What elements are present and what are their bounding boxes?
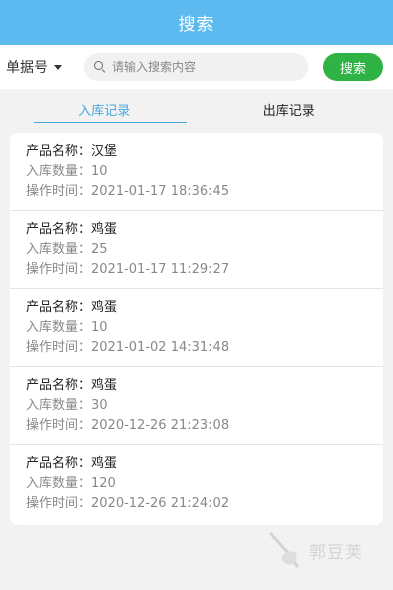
watermark: 郭豆荚: [267, 530, 363, 570]
product-name-label: 产品名称：: [26, 456, 92, 471]
time-label: 操作时间：: [26, 496, 92, 511]
page-title: 搜索: [178, 15, 215, 35]
time-value: 2021-01-17 11:29:27: [91, 262, 230, 277]
product-name-value: 鸡蛋: [91, 222, 118, 237]
search-button[interactable]: 搜索: [323, 53, 383, 81]
record-tabs: 入库记录 出库记录: [0, 89, 393, 129]
record-item[interactable]: 产品名称： 鸡蛋 入库数量： 120 操作时间： 2020-12-26 21:24:0…: [10, 445, 383, 525]
time-label: 操作时间：: [26, 418, 92, 433]
filter-dropdown[interactable]: 单据号: [6, 57, 80, 77]
tab-outbound[interactable]: 出库记录: [197, 89, 382, 129]
watermark-text: 郭豆荚: [309, 542, 363, 563]
record-item[interactable]: 产品名称： 汉堡 入库数量： 10 操作时间： 2021-01-17 18:36:45: [10, 133, 383, 211]
product-name-value: 汉堡: [91, 144, 118, 159]
search-field[interactable]: [84, 53, 308, 81]
quantity-value: 10: [91, 164, 108, 179]
record-item[interactable]: 产品名称： 鸡蛋 入库数量： 25 操作时间： 2021-01-17 11:29:27: [10, 211, 383, 289]
quantity-value: 10: [91, 320, 108, 335]
product-name-value: 鸡蛋: [91, 378, 118, 393]
time-value: 2020-12-26 21:24:02: [91, 496, 230, 511]
quantity-value: 120: [91, 476, 116, 491]
caret-down-icon: [54, 64, 62, 70]
watermark-logo-icon: [269, 532, 299, 568]
product-name-label: 产品名称：: [26, 300, 92, 315]
time-label: 操作时间：: [26, 262, 92, 277]
record-item[interactable]: 产品名称： 鸡蛋 入库数量： 30 操作时间： 2020-12-26 21:23:08: [10, 367, 383, 445]
time-value: 2020-12-26 21:23:08: [91, 418, 230, 433]
record-item[interactable]: 产品名称： 鸡蛋 入库数量： 10 操作时间： 2021-01-02 14:31:48: [10, 289, 383, 367]
quantity-label: 入库数量：: [26, 476, 92, 491]
time-label: 操作时间：: [26, 340, 92, 355]
record-list: 产品名称： 汉堡 入库数量： 10 操作时间： 2021-01-17 18:36:45…: [10, 133, 383, 525]
search-icon: [94, 61, 106, 74]
quantity-value: 30: [91, 398, 108, 413]
tab-inbound[interactable]: 入库记录: [12, 89, 197, 129]
product-name-label: 产品名称：: [26, 378, 92, 393]
product-name-value: 鸡蛋: [91, 300, 118, 315]
product-name-label: 产品名称：: [26, 222, 92, 237]
time-value: 2021-01-17 18:36:45: [91, 184, 230, 199]
quantity-label: 入库数量：: [26, 242, 92, 257]
product-name-label: 产品名称：: [26, 144, 92, 159]
time-value: 2021-01-02 14:31:48: [91, 340, 230, 355]
time-label: 操作时间：: [26, 184, 92, 199]
quantity-label: 入库数量：: [26, 320, 92, 335]
app-header: 搜索: [0, 0, 393, 45]
quantity-label: 入库数量：: [26, 398, 92, 413]
filter-label: 单据号: [6, 60, 48, 76]
quantity-value: 25: [91, 242, 108, 257]
quantity-label: 入库数量：: [26, 164, 92, 179]
product-name-value: 鸡蛋: [91, 456, 118, 471]
search-bar: 单据号 搜索: [0, 45, 393, 89]
search-input[interactable]: [112, 60, 302, 74]
